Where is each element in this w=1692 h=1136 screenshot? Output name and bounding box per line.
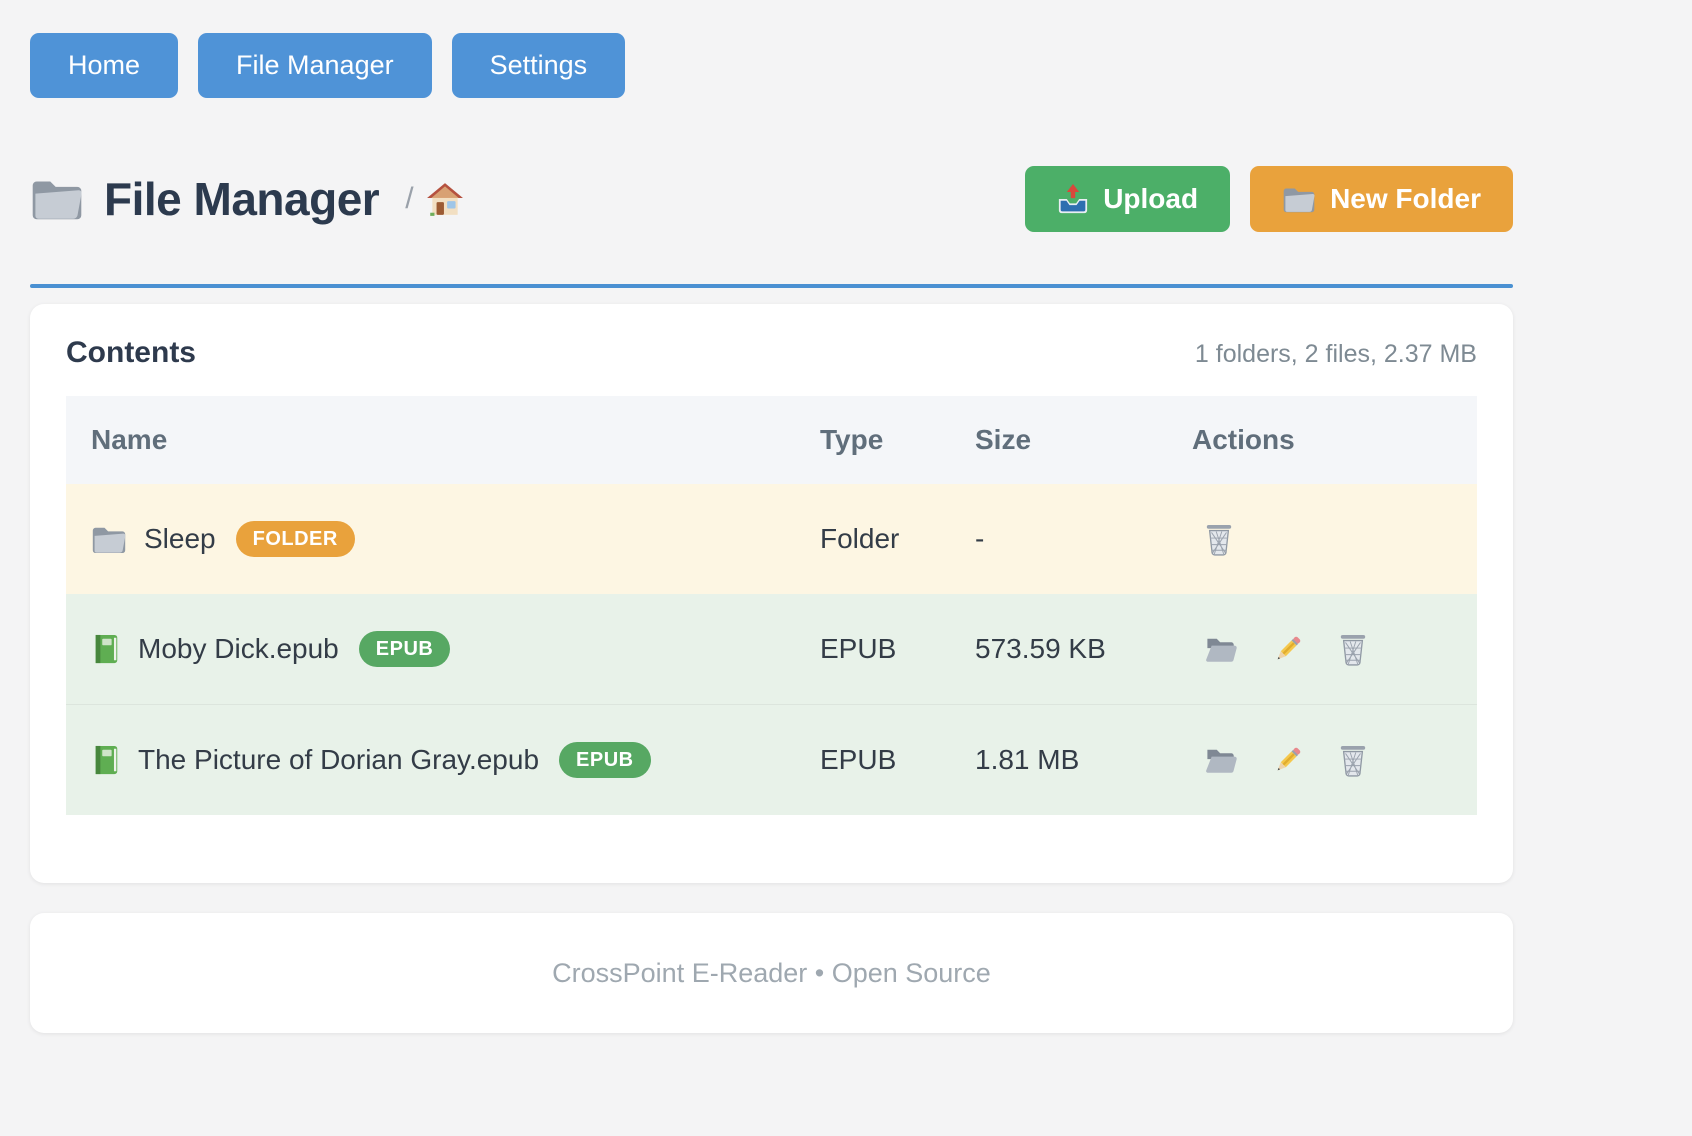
- table-row-folder[interactable]: Sleep FOLDER Folder -: [66, 484, 1477, 594]
- nav-file-manager-button[interactable]: File Manager: [198, 33, 432, 98]
- page-container: Home File Manager Settings File Manager …: [30, 0, 1513, 1033]
- contents-summary: 1 folders, 2 files, 2.37 MB: [1195, 340, 1477, 369]
- item-type: EPUB: [820, 705, 975, 816]
- column-header-size: Size: [975, 396, 1192, 484]
- item-size: 1.81 MB: [975, 705, 1192, 816]
- upload-tray-icon: [1057, 184, 1089, 214]
- open-folder-button[interactable]: [1204, 745, 1238, 775]
- row-actions: [1192, 522, 1477, 556]
- book-icon: [91, 632, 121, 666]
- upload-button-label: Upload: [1103, 185, 1198, 213]
- house-icon[interactable]: [426, 181, 464, 217]
- item-type: EPUB: [820, 594, 975, 705]
- header-divider: [30, 284, 1513, 288]
- table-row-file[interactable]: Moby Dick.epub EPUB EPUB 573.59 KB: [66, 594, 1477, 705]
- delete-button[interactable]: [1204, 522, 1234, 556]
- contents-card: Contents 1 folders, 2 files, 2.37 MB Nam…: [30, 304, 1513, 883]
- item-type: Folder: [820, 484, 975, 594]
- open-folder-button[interactable]: [1204, 634, 1238, 664]
- column-header-type: Type: [820, 396, 975, 484]
- item-size: -: [975, 484, 1192, 594]
- page-header: File Manager /: [30, 166, 1513, 232]
- folder-icon: [91, 524, 127, 555]
- edit-button[interactable]: [1272, 633, 1304, 665]
- item-name[interactable]: Moby Dick.epub: [138, 633, 339, 665]
- nav-home-button[interactable]: Home: [30, 33, 178, 98]
- item-size: 573.59 KB: [975, 594, 1192, 705]
- item-name[interactable]: Sleep: [144, 523, 216, 555]
- epub-badge: EPUB: [359, 631, 451, 667]
- footer-text: CrossPoint E-Reader • Open Source: [552, 958, 991, 989]
- contents-header: Contents 1 folders, 2 files, 2.37 MB: [66, 336, 1477, 370]
- breadcrumb: /: [405, 181, 463, 217]
- breadcrumb-separator: /: [405, 182, 413, 216]
- title-group: File Manager /: [30, 172, 464, 226]
- page-title: File Manager: [104, 172, 379, 226]
- table-header-row: Name Type Size Actions: [66, 396, 1477, 484]
- file-table: Name Type Size Actions: [66, 396, 1477, 815]
- folder-badge: FOLDER: [236, 521, 355, 557]
- header-actions: Upload New Folder: [1025, 166, 1513, 232]
- new-folder-button[interactable]: New Folder: [1250, 166, 1513, 232]
- row-actions: [1192, 743, 1477, 777]
- edit-button[interactable]: [1272, 744, 1304, 776]
- column-header-actions: Actions: [1192, 396, 1477, 484]
- nav-settings-button[interactable]: Settings: [452, 33, 626, 98]
- folder-icon: [30, 176, 84, 222]
- row-actions: [1192, 632, 1477, 666]
- upload-button[interactable]: Upload: [1025, 166, 1230, 232]
- delete-button[interactable]: [1338, 743, 1368, 777]
- column-header-name: Name: [66, 396, 820, 484]
- folder-icon: [1282, 185, 1316, 214]
- item-name[interactable]: The Picture of Dorian Gray.epub: [138, 744, 539, 776]
- top-nav: Home File Manager Settings: [30, 0, 1513, 98]
- contents-heading: Contents: [66, 336, 196, 370]
- table-row-file[interactable]: The Picture of Dorian Gray.epub EPUB EPU…: [66, 705, 1477, 816]
- epub-badge: EPUB: [559, 742, 651, 778]
- delete-button[interactable]: [1338, 632, 1368, 666]
- footer: CrossPoint E-Reader • Open Source: [30, 913, 1513, 1033]
- book-icon: [91, 743, 121, 777]
- new-folder-button-label: New Folder: [1330, 185, 1481, 213]
